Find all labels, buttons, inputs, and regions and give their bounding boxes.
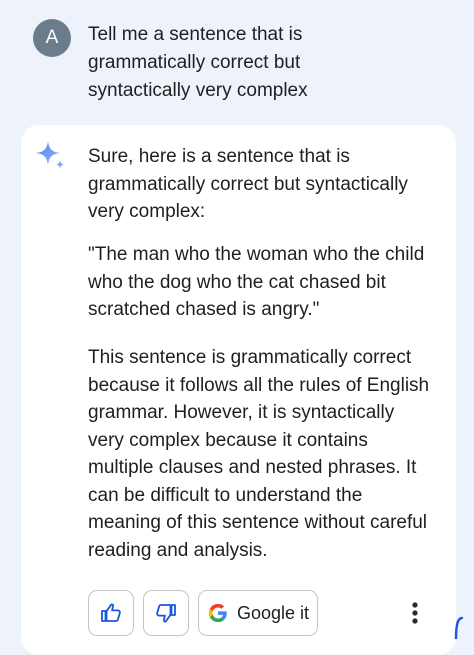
more-vertical-icon[interactable]: [402, 597, 428, 631]
sparkle-icon: [36, 141, 64, 169]
scroll-indicator-icon: [454, 616, 464, 639]
google-it-button[interactable]: Google it: [198, 590, 318, 636]
response-explanation: This sentence is grammatically correct b…: [88, 347, 430, 561]
thumbs-up-button[interactable]: [88, 590, 134, 636]
thumbs-down-icon: [156, 604, 176, 623]
google-g-icon: [208, 603, 227, 623]
user-prompt-text: Tell me a sentence that is grammatically…: [88, 24, 308, 101]
user-message: A Tell me a sentence that is grammatical…: [0, 0, 474, 118]
response-example-sentence: "The man who the woman who the child who…: [88, 244, 425, 320]
google-it-label: Google it: [236, 602, 310, 623]
response-intro: Sure, here is a sentence that is grammat…: [88, 146, 408, 222]
thumbs-up-icon: [101, 603, 121, 622]
user-avatar[interactable]: A: [33, 19, 71, 57]
thumbs-down-button[interactable]: [143, 590, 189, 636]
